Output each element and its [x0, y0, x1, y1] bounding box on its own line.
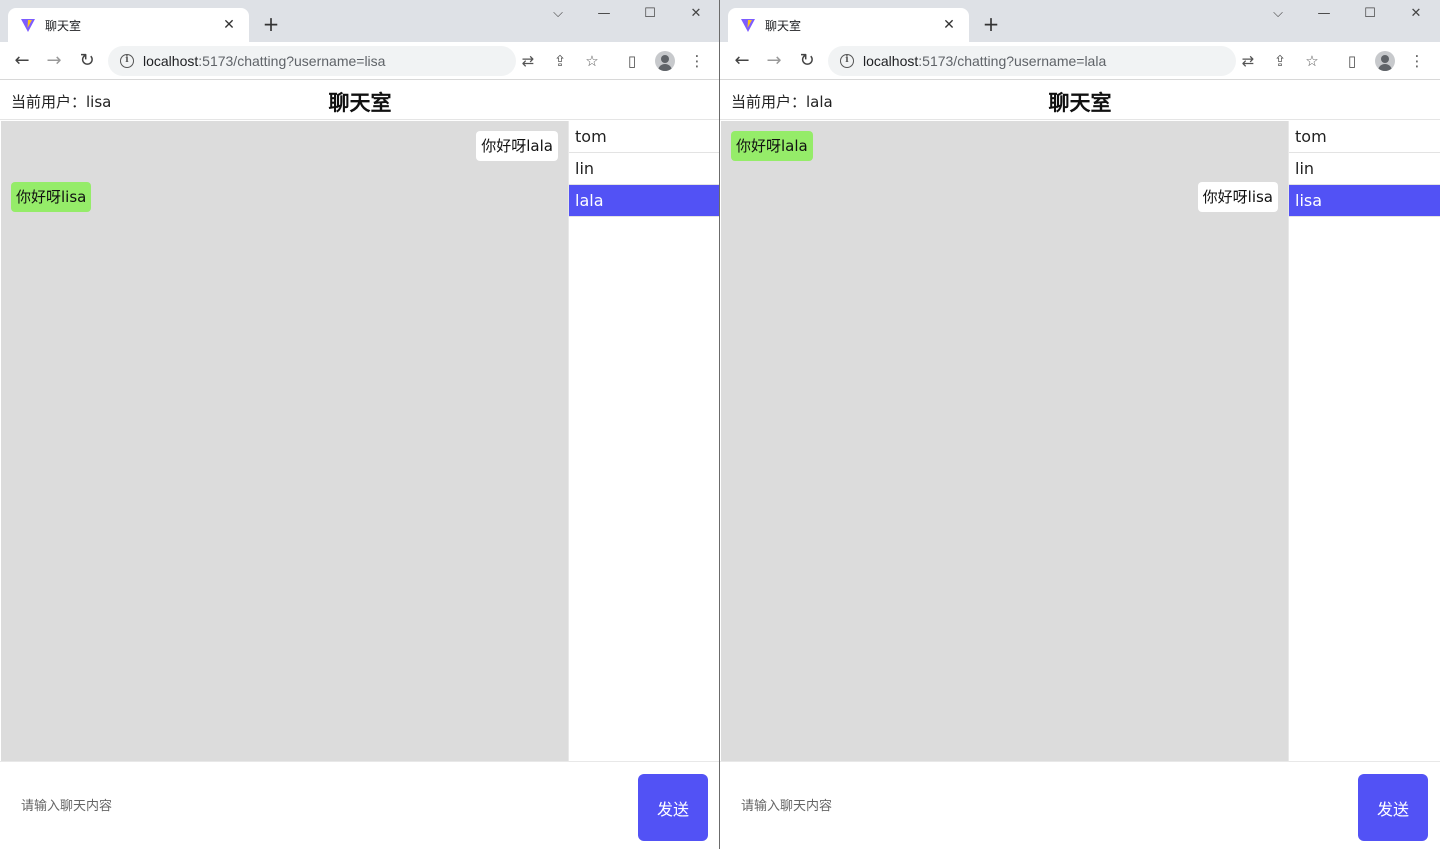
message-list[interactable]: 你好呀lala 你好呀lisa: [1, 121, 568, 761]
tab-title: 聊天室: [765, 18, 802, 33]
share-icon[interactable]: ⇪: [551, 52, 569, 70]
profile-icon[interactable]: [655, 51, 675, 71]
site-info-icon[interactable]: i: [120, 54, 134, 68]
message-bubble-received: 你好呀lisa: [11, 182, 92, 212]
message-input[interactable]: [731, 792, 1331, 820]
url-text: localhost:5173/chatting?username=lala: [863, 53, 1107, 69]
reload-icon[interactable]: ↻: [77, 51, 97, 71]
message-list[interactable]: 你好呀lala 你好呀lisa: [721, 121, 1288, 761]
user-list-item[interactable]: lin: [1289, 153, 1440, 185]
send-button[interactable]: 发送: [1358, 774, 1428, 841]
tab-close-icon[interactable]: ✕: [941, 17, 957, 33]
new-tab-icon[interactable]: +: [980, 13, 1002, 35]
address-bar[interactable]: i localhost:5173/chatting?username=lisa: [108, 46, 516, 76]
message-composer: 发送: [720, 761, 1440, 849]
user-list-item[interactable]: tom: [1289, 121, 1440, 153]
tab-strip: 聊天室 ✕ + ⌵ — ☐ ✕: [0, 0, 719, 42]
tab-strip: 聊天室 ✕ + ⌵ — ☐ ✕: [720, 0, 1440, 42]
message-composer: 发送: [0, 761, 719, 849]
close-window-icon[interactable]: ✕: [1405, 6, 1427, 21]
back-arrow-icon[interactable]: ←: [12, 51, 32, 71]
user-list-item[interactable]: lin: [569, 153, 719, 185]
new-tab-icon[interactable]: +: [260, 13, 282, 35]
browser-toolbar: ← → ↻ i localhost:5173/chatting?username…: [720, 42, 1440, 80]
user-list: tom lin lala: [568, 121, 719, 761]
reload-icon[interactable]: ↻: [797, 51, 817, 71]
address-bar[interactable]: i localhost:5173/chatting?username=lala: [828, 46, 1236, 76]
share-icon[interactable]: ⇪: [1271, 52, 1289, 70]
browser-window-lala: 聊天室 ✕ + ⌵ — ☐ ✕ ← → ↻ i localhost:5173/c…: [720, 0, 1440, 849]
user-list-item-selected[interactable]: lala: [569, 185, 719, 217]
vite-favicon-icon: [21, 19, 35, 32]
tab-close-icon[interactable]: ✕: [221, 17, 237, 33]
browser-window-lisa: 聊天室 ✕ + ⌵ — ☐ ✕ ← → ↻ i localhost:5173/c…: [0, 0, 720, 849]
star-icon[interactable]: ☆: [583, 52, 601, 70]
side-panel-icon[interactable]: ▯: [1343, 52, 1361, 70]
page-title: 聊天室: [1048, 91, 1112, 115]
maximize-icon[interactable]: ☐: [639, 6, 661, 21]
send-button[interactable]: 发送: [638, 774, 708, 841]
tab-title: 聊天室: [45, 18, 82, 33]
browser-toolbar: ← → ↻ i localhost:5173/chatting?username…: [0, 42, 719, 80]
translate-icon[interactable]: ⇄: [1239, 52, 1257, 70]
site-info-icon[interactable]: i: [840, 54, 854, 68]
user-list-item[interactable]: tom: [569, 121, 719, 153]
message-bubble-sent: 你好呀lisa: [1197, 182, 1278, 212]
message-input[interactable]: [11, 792, 611, 820]
forward-arrow-icon[interactable]: →: [764, 51, 784, 71]
chat-header: 当前用户：lisa 聊天室: [0, 80, 719, 120]
user-list: tom lin lisa: [1288, 121, 1440, 761]
message-bubble-received: 你好呀lala: [731, 131, 813, 161]
kebab-menu-icon[interactable]: ⋮: [688, 52, 706, 70]
user-list-item-selected[interactable]: lisa: [1289, 185, 1440, 217]
url-text: localhost:5173/chatting?username=lisa: [143, 53, 386, 69]
back-arrow-icon[interactable]: ←: [732, 51, 752, 71]
side-panel-icon[interactable]: ▯: [623, 52, 641, 70]
vite-favicon-icon: [741, 19, 755, 32]
star-icon[interactable]: ☆: [1303, 52, 1321, 70]
browser-tab[interactable]: 聊天室 ✕: [728, 8, 969, 42]
tab-search-icon[interactable]: ⌵: [547, 6, 569, 21]
page-title: 聊天室: [328, 91, 392, 115]
browser-tab[interactable]: 聊天室 ✕: [8, 8, 249, 42]
close-window-icon[interactable]: ✕: [685, 6, 707, 21]
minimize-icon[interactable]: —: [593, 6, 615, 21]
minimize-icon[interactable]: —: [1313, 6, 1335, 21]
kebab-menu-icon[interactable]: ⋮: [1408, 52, 1426, 70]
maximize-icon[interactable]: ☐: [1359, 6, 1381, 21]
forward-arrow-icon[interactable]: →: [44, 51, 64, 71]
chat-header: 当前用户：lala 聊天室: [720, 80, 1440, 120]
message-bubble-sent: 你好呀lala: [476, 131, 558, 161]
tab-search-icon[interactable]: ⌵: [1267, 6, 1289, 21]
translate-icon[interactable]: ⇄: [519, 52, 537, 70]
profile-icon[interactable]: [1375, 51, 1395, 71]
